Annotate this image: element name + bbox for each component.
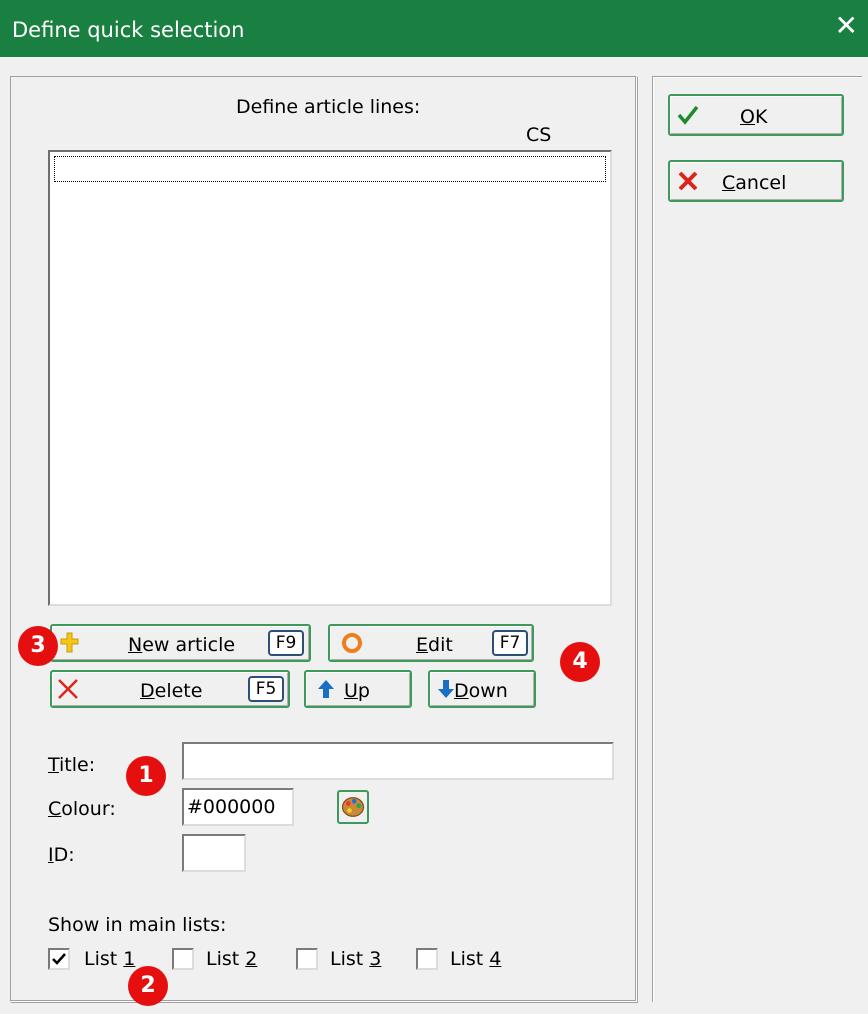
list-4-checkbox[interactable] [416,948,438,970]
title-bar: Define quick selection ✕ [0,0,868,57]
down-button[interactable]: Down [428,670,536,708]
colour-input[interactable] [182,788,294,826]
checkmark-icon [52,953,66,965]
edit-button[interactable]: Edit F7 [328,624,534,662]
list-1-checkbox[interactable] [48,948,70,970]
edit-label: Edit [416,634,453,656]
list-focus-row[interactable] [54,156,606,182]
id-label: ID: [48,844,75,866]
up-button[interactable]: Up [304,670,412,708]
delete-icon [58,679,78,699]
ok-button[interactable]: OK [668,94,844,136]
title-label: Title: [48,754,96,776]
check-icon [677,105,699,125]
title-input[interactable] [182,742,614,780]
ok-label: OK [740,106,768,128]
action-panel [652,76,862,1002]
list-caption: Define article lines: [236,96,421,118]
up-label: Up [344,680,370,702]
edit-shortcut: F7 [492,630,528,656]
list-3-label[interactable]: List 3 [330,948,381,970]
new-article-shortcut: F9 [268,630,304,656]
new-article-button[interactable]: New article F9 [50,624,311,662]
callout-badge-4: 4 [560,642,600,682]
new-article-icon [60,632,79,653]
article-lines-list[interactable] [48,150,612,606]
palette-icon [341,797,365,817]
callout-badge-3: 3 [18,626,58,666]
show-in-lists-caption: Show in main lists: [48,914,227,936]
arrow-up-icon [318,680,334,698]
column-header-cs: CS [526,124,552,146]
id-input[interactable] [182,834,246,872]
colour-picker-button[interactable] [337,790,369,824]
new-article-label: New article [128,634,236,656]
window-title: Define quick selection [12,18,245,42]
list-1-label[interactable]: List 1 [84,948,135,970]
delete-label: Delete [140,680,203,702]
close-icon[interactable]: ✕ [835,12,858,40]
cancel-label: Cancel [722,172,787,194]
cancel-icon [678,171,698,191]
down-label: Down [454,680,508,702]
colour-label: Colour: [48,798,116,820]
list-2-label[interactable]: List 2 [206,948,257,970]
callout-badge-2: 2 [128,966,168,1006]
list-3-checkbox[interactable] [296,948,318,970]
edit-icon [342,633,362,653]
list-2-checkbox[interactable] [172,948,194,970]
cancel-button[interactable]: Cancel [668,160,844,202]
list-4-label[interactable]: List 4 [450,948,501,970]
delete-shortcut: F5 [248,676,284,702]
callout-badge-1: 1 [126,756,166,796]
delete-button[interactable]: Delete F5 [50,670,290,708]
